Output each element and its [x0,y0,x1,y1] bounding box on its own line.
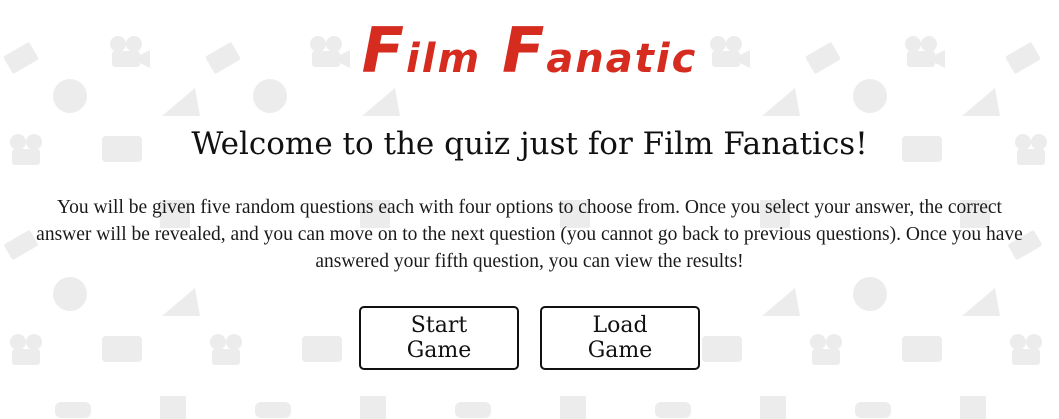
logo-letter: F [361,14,407,87]
intro-text: You will be given five random questions … [36,197,1023,272]
film-fanatic-logo: Film Fanatic [0,16,1059,86]
start-game-button[interactable]: Start Game [359,306,519,370]
main-content: Film Fanatic Welcome to the quiz just fo… [0,16,1059,370]
button-group: Start Game Load Game [0,306,1059,370]
logo-letter: F [501,14,547,87]
logo-word: ilm [406,36,482,82]
logo-word: anatic [546,36,698,82]
welcome-heading: Welcome to the quiz just for Film Fanati… [191,126,868,162]
load-game-button[interactable]: Load Game [540,306,700,370]
